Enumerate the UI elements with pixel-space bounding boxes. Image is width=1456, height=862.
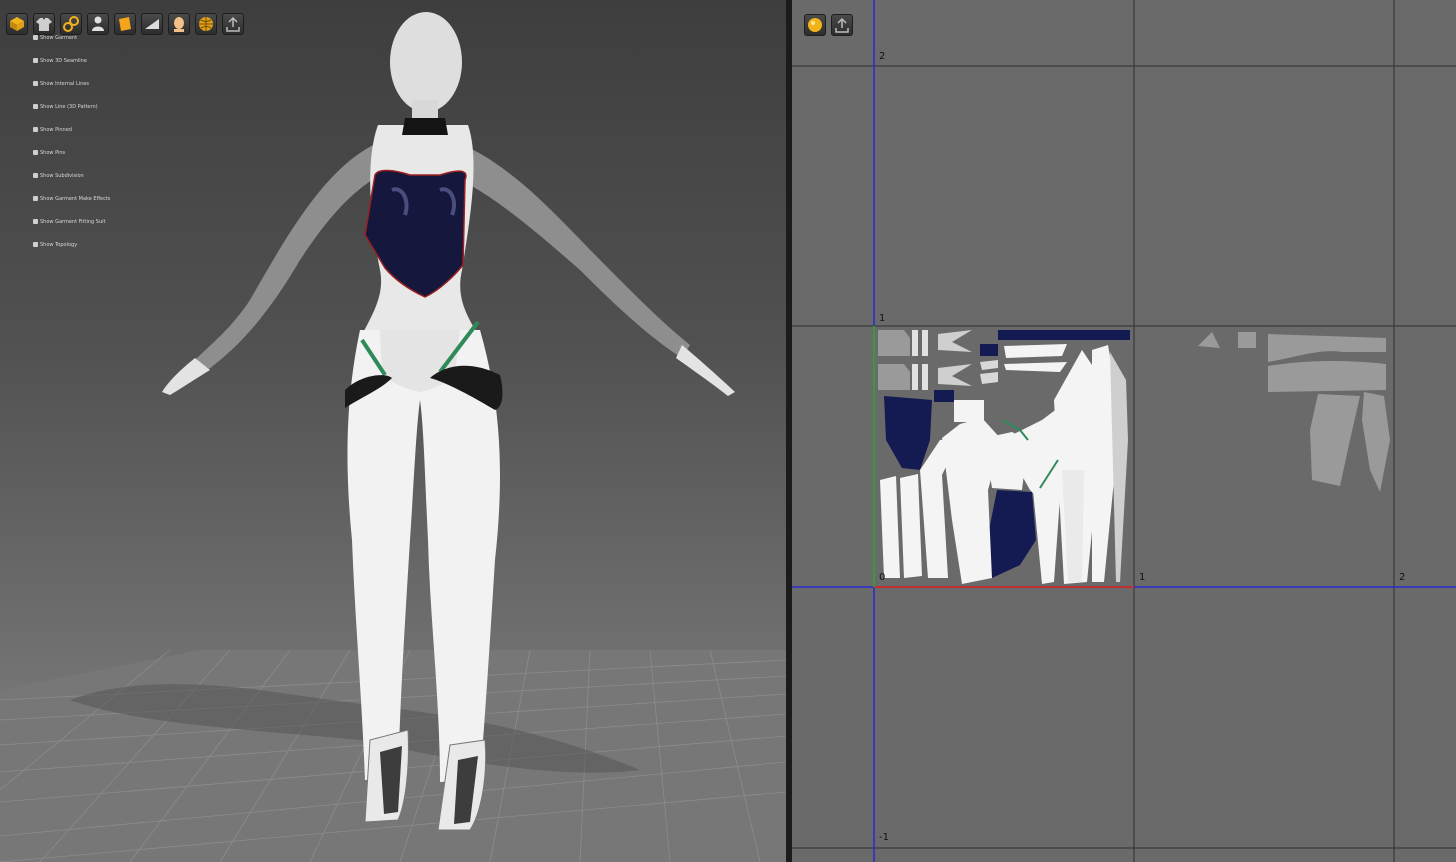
menu-item-show-topology[interactable]: Show Topology [33, 241, 110, 264]
globe-mesh-icon[interactable] [195, 13, 217, 35]
3d-scene[interactable] [0, 0, 786, 862]
export-icon[interactable] [222, 13, 244, 35]
menu-item-show-subdivision[interactable]: Show Subdivision [33, 172, 110, 195]
collar [402, 118, 448, 135]
corset [364, 169, 467, 298]
layer-icon[interactable] [141, 13, 163, 35]
lines-icon [33, 81, 38, 86]
viewport-toolbar [6, 13, 244, 35]
uv-label-vm1: -1 [879, 832, 889, 843]
menu-item-show-garment-make-effects[interactable]: Show Garment Make Effects [33, 195, 110, 218]
head [390, 12, 462, 112]
menu-item-show-pins[interactable]: Show Pins [33, 149, 110, 172]
garment-cube-icon[interactable] [6, 13, 28, 35]
gears-icon[interactable] [60, 13, 82, 35]
menu-item-show-internal-lines[interactable]: Show Internal Lines [33, 80, 110, 103]
pins-icon [33, 150, 38, 155]
uv-editor[interactable]: 2 1 0 1 2 -1 [792, 0, 1456, 862]
menu-item-show-garment[interactable]: Show Garment [33, 34, 110, 57]
pattern-icon [33, 104, 38, 109]
sphere-icon[interactable] [804, 14, 826, 36]
pin-icon [33, 127, 38, 132]
export-icon[interactable] [831, 14, 853, 36]
uv-label-v1: 1 [879, 313, 886, 324]
shirt-icon[interactable] [33, 13, 55, 35]
display-options-menu: Show Garment Show 3D Seamline Show Inter… [33, 34, 110, 264]
subdivision-icon [33, 173, 38, 178]
fitting-icon [33, 219, 38, 224]
uv-label-origin: 0 [879, 572, 886, 583]
uv-label-v2: 2 [879, 51, 886, 62]
shirt-icon [33, 35, 38, 40]
menu-item-show-3d-seamline[interactable]: Show 3D Seamline [33, 57, 110, 80]
left-sleeve [195, 140, 385, 372]
fabric-icon[interactable] [114, 13, 136, 35]
topology-icon [33, 242, 38, 247]
right-hand [676, 345, 735, 396]
menu-item-show-garment-fitting-suit[interactable]: Show Garment Fitting Suit [33, 218, 110, 241]
menu-item-show-pinned[interactable]: Show Pinned [33, 126, 110, 149]
3d-viewport[interactable]: Show Garment Show 3D Seamline Show Inter… [0, 0, 786, 862]
right-sleeve [450, 140, 690, 358]
uv-canvas[interactable] [792, 0, 1456, 862]
avatar-icon[interactable] [87, 13, 109, 35]
effects-icon [33, 196, 38, 201]
face-icon[interactable] [168, 13, 190, 35]
uv-label-u1: 1 [1139, 572, 1146, 583]
seam-icon [33, 58, 38, 63]
uv-label-u2: 2 [1399, 572, 1406, 583]
uv-toolbar [804, 14, 853, 36]
menu-item-show-line-3d-pattern[interactable]: Show Line (3D Pattern) [33, 103, 110, 126]
